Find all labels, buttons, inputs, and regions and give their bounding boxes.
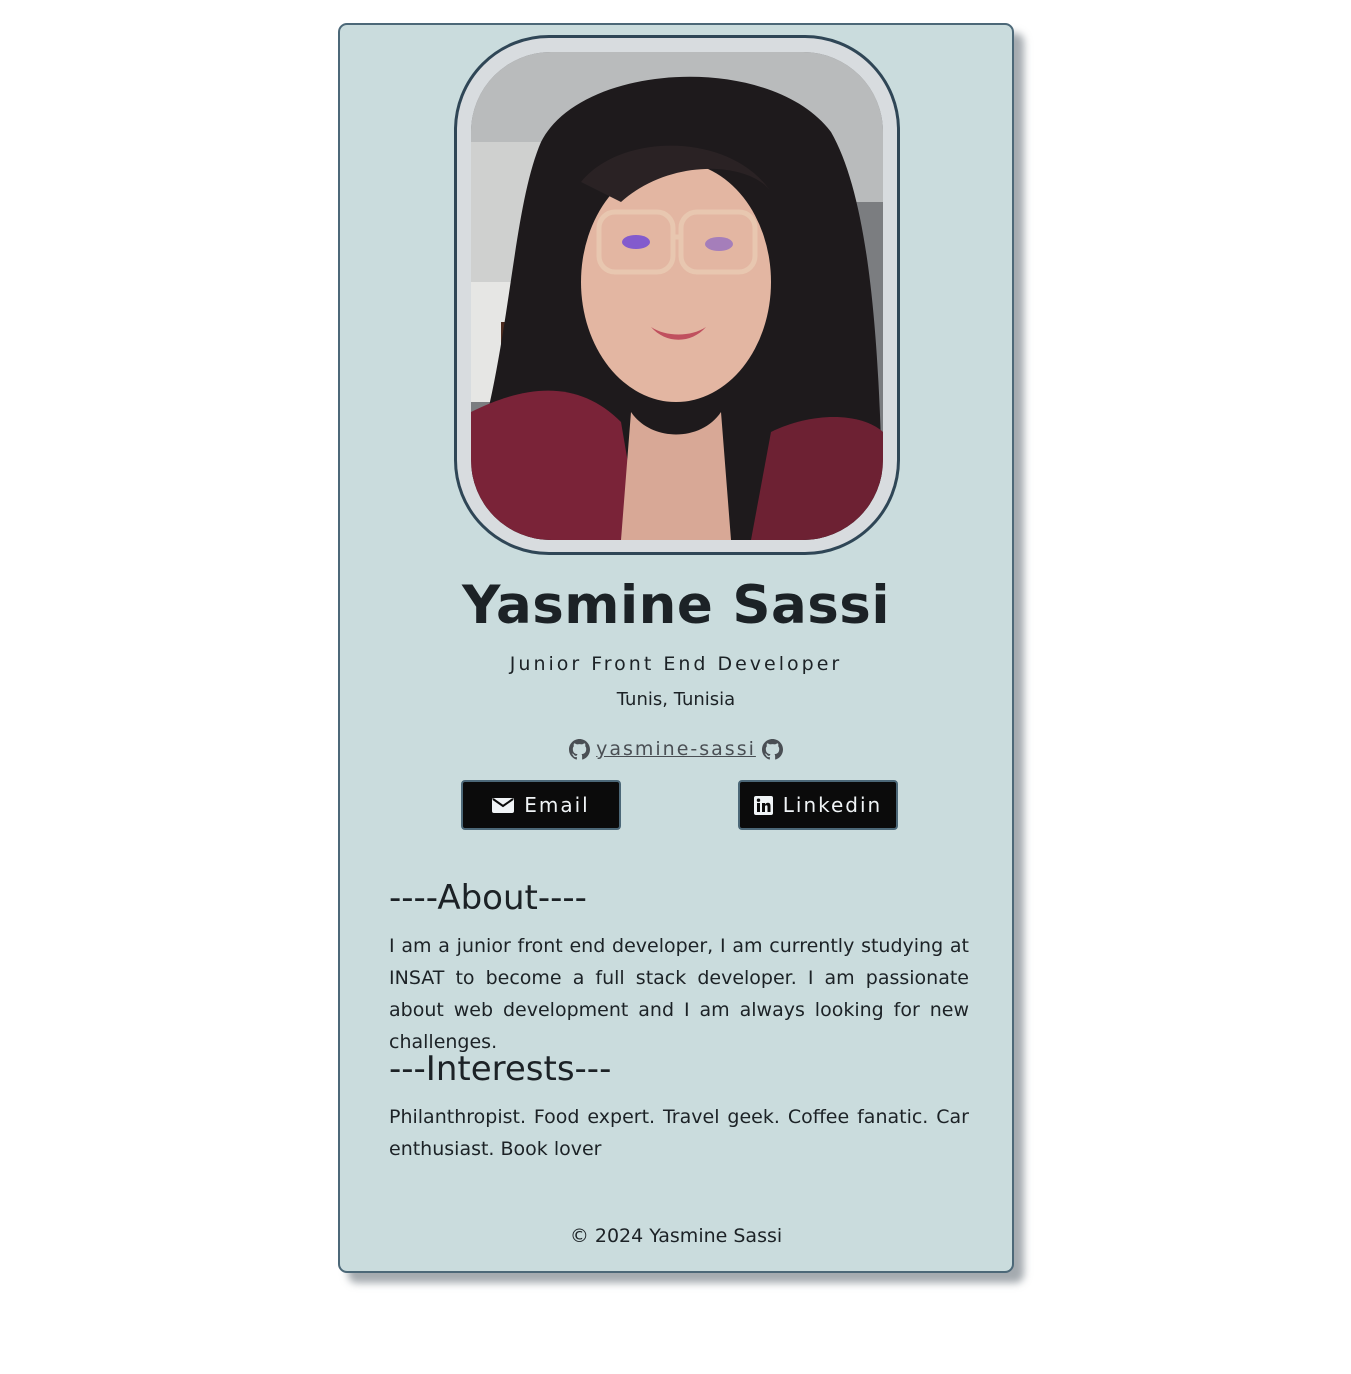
profile-location: Tunis, Tunisia — [616, 689, 736, 710]
about-text: I am a junior front end developer, I am … — [389, 935, 969, 1053]
interests-text: Philanthropist. Food expert. Travel geek… — [389, 1106, 969, 1160]
profile-card: Yasmine Sassi Junior Front End Developer… — [338, 23, 1014, 1273]
linkedin-button[interactable]: Linkedin — [738, 780, 898, 830]
footer-copyright: © 2024 Yasmine Sassi — [569, 1225, 783, 1247]
github-link-row: yasmine-sassi — [340, 738, 1012, 760]
email-button-label: Email — [524, 793, 590, 817]
about-heading: ----About---- — [389, 878, 587, 918]
profile-photo-frame — [454, 35, 900, 555]
github-icon — [569, 738, 591, 759]
profile-photo — [471, 52, 883, 540]
interests-heading: ---Interests--- — [389, 1049, 612, 1089]
linkedin-icon — [753, 795, 773, 815]
profile-role: Junior Front End Developer — [509, 653, 843, 675]
github-link[interactable]: yasmine-sassi — [596, 738, 756, 760]
github-icon — [761, 738, 783, 759]
linkedin-button-label: Linkedin — [782, 793, 883, 817]
profile-name: Yasmine Sassi — [461, 575, 891, 636]
envelope-icon — [492, 798, 515, 813]
email-button[interactable]: Email — [461, 780, 621, 830]
